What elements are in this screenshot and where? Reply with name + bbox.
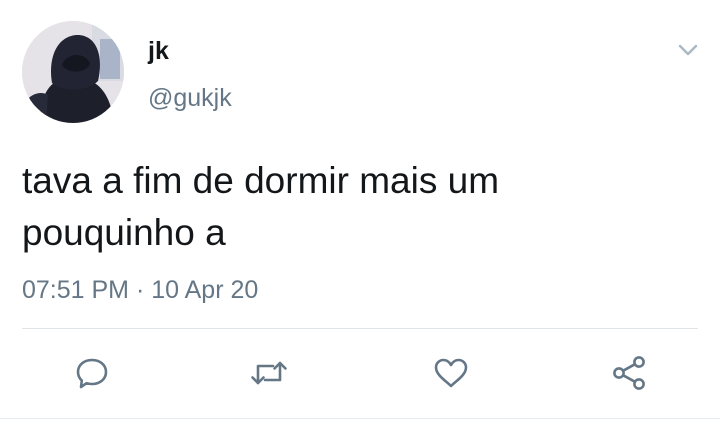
- reply-button[interactable]: [72, 353, 112, 393]
- retweet-icon: [251, 361, 287, 385]
- user-handle[interactable]: @gukjk: [148, 83, 232, 113]
- tweet-text: tava a fim de dormir mais um pouquinho a: [22, 160, 500, 253]
- tweet-time: 07:51 PM: [22, 276, 130, 304]
- heart-icon: [434, 358, 468, 388]
- like-button[interactable]: [431, 353, 471, 393]
- bottom-divider: [0, 418, 720, 419]
- chevron-down-icon[interactable]: [676, 40, 700, 60]
- retweet-button[interactable]: [249, 353, 289, 393]
- reply-icon: [76, 358, 108, 389]
- meta-separator: ·: [135, 276, 145, 304]
- display-name[interactable]: jk: [148, 36, 169, 66]
- avatar[interactable]: [22, 21, 124, 123]
- share-icon: [613, 356, 645, 390]
- avatar-image: [22, 21, 124, 123]
- divider: [22, 328, 698, 329]
- tweet-timestamp[interactable]: 07:51 PM · 10 Apr 20: [22, 274, 258, 306]
- share-button[interactable]: [610, 353, 650, 393]
- tweet-date: 10 Apr 20: [151, 276, 259, 304]
- tweet-card: jk @gukjk tava a fim de dormir mais um p…: [0, 0, 720, 430]
